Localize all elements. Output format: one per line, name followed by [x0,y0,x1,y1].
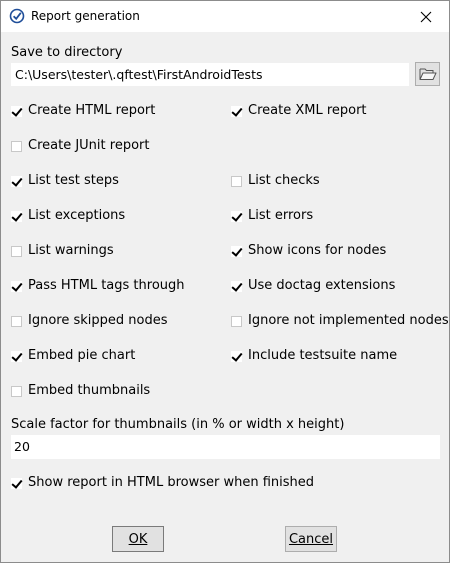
checkbox-label: List exceptions [28,208,126,223]
checkbox-label: Create XML report [248,103,367,118]
checkbox-label: Pass HTML tags through [28,278,185,293]
pass-html-tags-checkbox[interactable]: Pass HTML tags through [11,278,185,294]
ignore-not-implemented-checkbox[interactable]: Ignore not implemented nodes [231,313,449,329]
scale-factor-label: Scale factor for thumbnails (in % or wid… [11,417,345,432]
checkbox-box[interactable] [231,105,242,117]
window-title: Report generation [31,9,140,23]
list-test-steps-checkbox[interactable]: List test steps [11,173,119,189]
report-generation-dialog: Report generation Save to directory C:\U… [0,0,450,563]
cancel-button[interactable]: Cancel [285,526,337,552]
embed-thumbnails-checkbox[interactable]: Embed thumbnails [11,383,150,399]
checkbox-box[interactable] [231,350,242,362]
embed-pie-chart-checkbox[interactable]: Embed pie chart [11,348,135,364]
directory-label: Save to directory [11,45,123,60]
ok-button-label: OK [128,531,148,547]
checkbox-box[interactable] [11,385,22,397]
ok-button[interactable]: OK [112,526,164,552]
checkbox-box[interactable] [11,350,22,362]
create-xml-report-checkbox[interactable]: Create XML report [231,103,367,119]
checkbox-label: Include testsuite name [248,348,398,363]
checkbox-label: List test steps [28,173,119,188]
checkbox-label: Embed thumbnails [28,383,151,398]
list-exceptions-checkbox[interactable]: List exceptions [11,208,125,224]
checkbox-label: Show report in HTML browser when finishe… [28,475,315,490]
checkbox-box[interactable] [231,175,242,187]
checkbox-label: List checks [248,173,320,188]
close-button[interactable] [403,1,449,32]
checkbox-box[interactable] [231,210,242,222]
create-html-report-checkbox[interactable]: Create HTML report [11,103,155,119]
checkbox-label: Create JUnit report [28,138,150,153]
ignore-skipped-checkbox[interactable]: Ignore skipped nodes [11,313,167,329]
list-checks-checkbox[interactable]: List checks [231,173,320,189]
checkbox-box[interactable] [11,477,22,489]
checkbox-box[interactable] [231,245,242,257]
title-bar: Report generation [1,1,449,32]
list-errors-checkbox[interactable]: List errors [231,208,313,224]
checkbox-label: Ignore skipped nodes [28,313,168,328]
scale-factor-input[interactable]: 20 [11,435,440,459]
show-report-in-browser-checkbox[interactable]: Show report in HTML browser when finishe… [11,475,314,491]
include-testsuite-name-checkbox[interactable]: Include testsuite name [231,348,397,364]
checkbox-label: Create HTML report [28,103,156,118]
create-junit-report-checkbox[interactable]: Create JUnit report [11,138,149,154]
checkbox-box[interactable] [231,280,242,292]
browse-directory-button[interactable] [415,62,440,86]
show-icons-checkbox[interactable]: Show icons for nodes [231,243,386,259]
checkbox-box[interactable] [11,280,22,292]
checkbox-box[interactable] [11,175,22,187]
checkbox-box[interactable] [231,315,242,327]
close-icon [420,11,432,22]
checkbox-label: Show icons for nodes [248,243,387,258]
doctag-extensions-checkbox[interactable]: Use doctag extensions [231,278,395,294]
checkbox-box[interactable] [11,315,22,327]
checkbox-label: Embed pie chart [28,348,136,363]
checkbox-box[interactable] [11,210,22,222]
checkbox-box[interactable] [11,245,22,257]
folder-open-icon [419,68,436,80]
checkbox-label: List warnings [28,243,114,258]
directory-input[interactable]: C:\Users\tester\.qftest\FirstAndroidTest… [11,63,409,86]
checkbox-label: Ignore not implemented nodes [248,313,449,328]
checkbox-box[interactable] [11,140,22,152]
checkbox-label: Use doctag extensions [248,278,396,293]
qftest-app-icon [9,8,25,24]
cancel-button-label: Cancel [288,531,334,547]
checkbox-box[interactable] [11,105,22,117]
list-warnings-checkbox[interactable]: List warnings [11,243,114,259]
checkbox-label: List errors [248,208,314,223]
